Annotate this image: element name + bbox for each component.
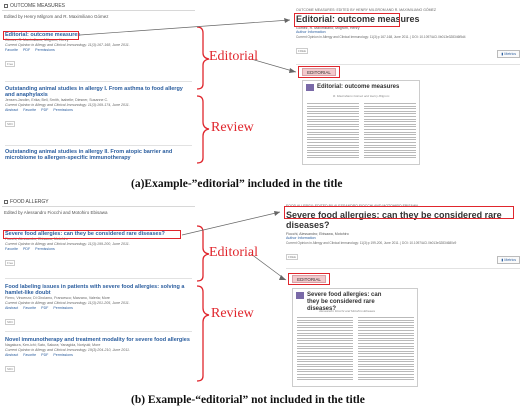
review-label-a: Review: [211, 120, 254, 135]
annotation-overlay-b: [181, 211, 287, 382]
editorial-label-b: Editorial: [209, 245, 258, 260]
link-arrow-title: [181, 211, 281, 236]
arrowhead: [274, 211, 280, 216]
editorial-label-a: Editorial: [209, 49, 258, 64]
annotation-overlay-a: [79, 18, 297, 164]
arrowhead: [289, 68, 296, 73]
caption-b: (b) Example-“editorial” not included in …: [131, 394, 365, 406]
caption-a: (a)Example-”editorial” included in the t…: [131, 178, 343, 190]
link-arrow-title: [79, 19, 291, 36]
review-brace: [196, 95, 210, 164]
arrowhead: [284, 18, 290, 23]
editorial-brace: [196, 225, 210, 282]
review-label-b: Review: [211, 306, 254, 321]
review-brace: [196, 285, 210, 382]
editorial-brace: [196, 26, 210, 90]
